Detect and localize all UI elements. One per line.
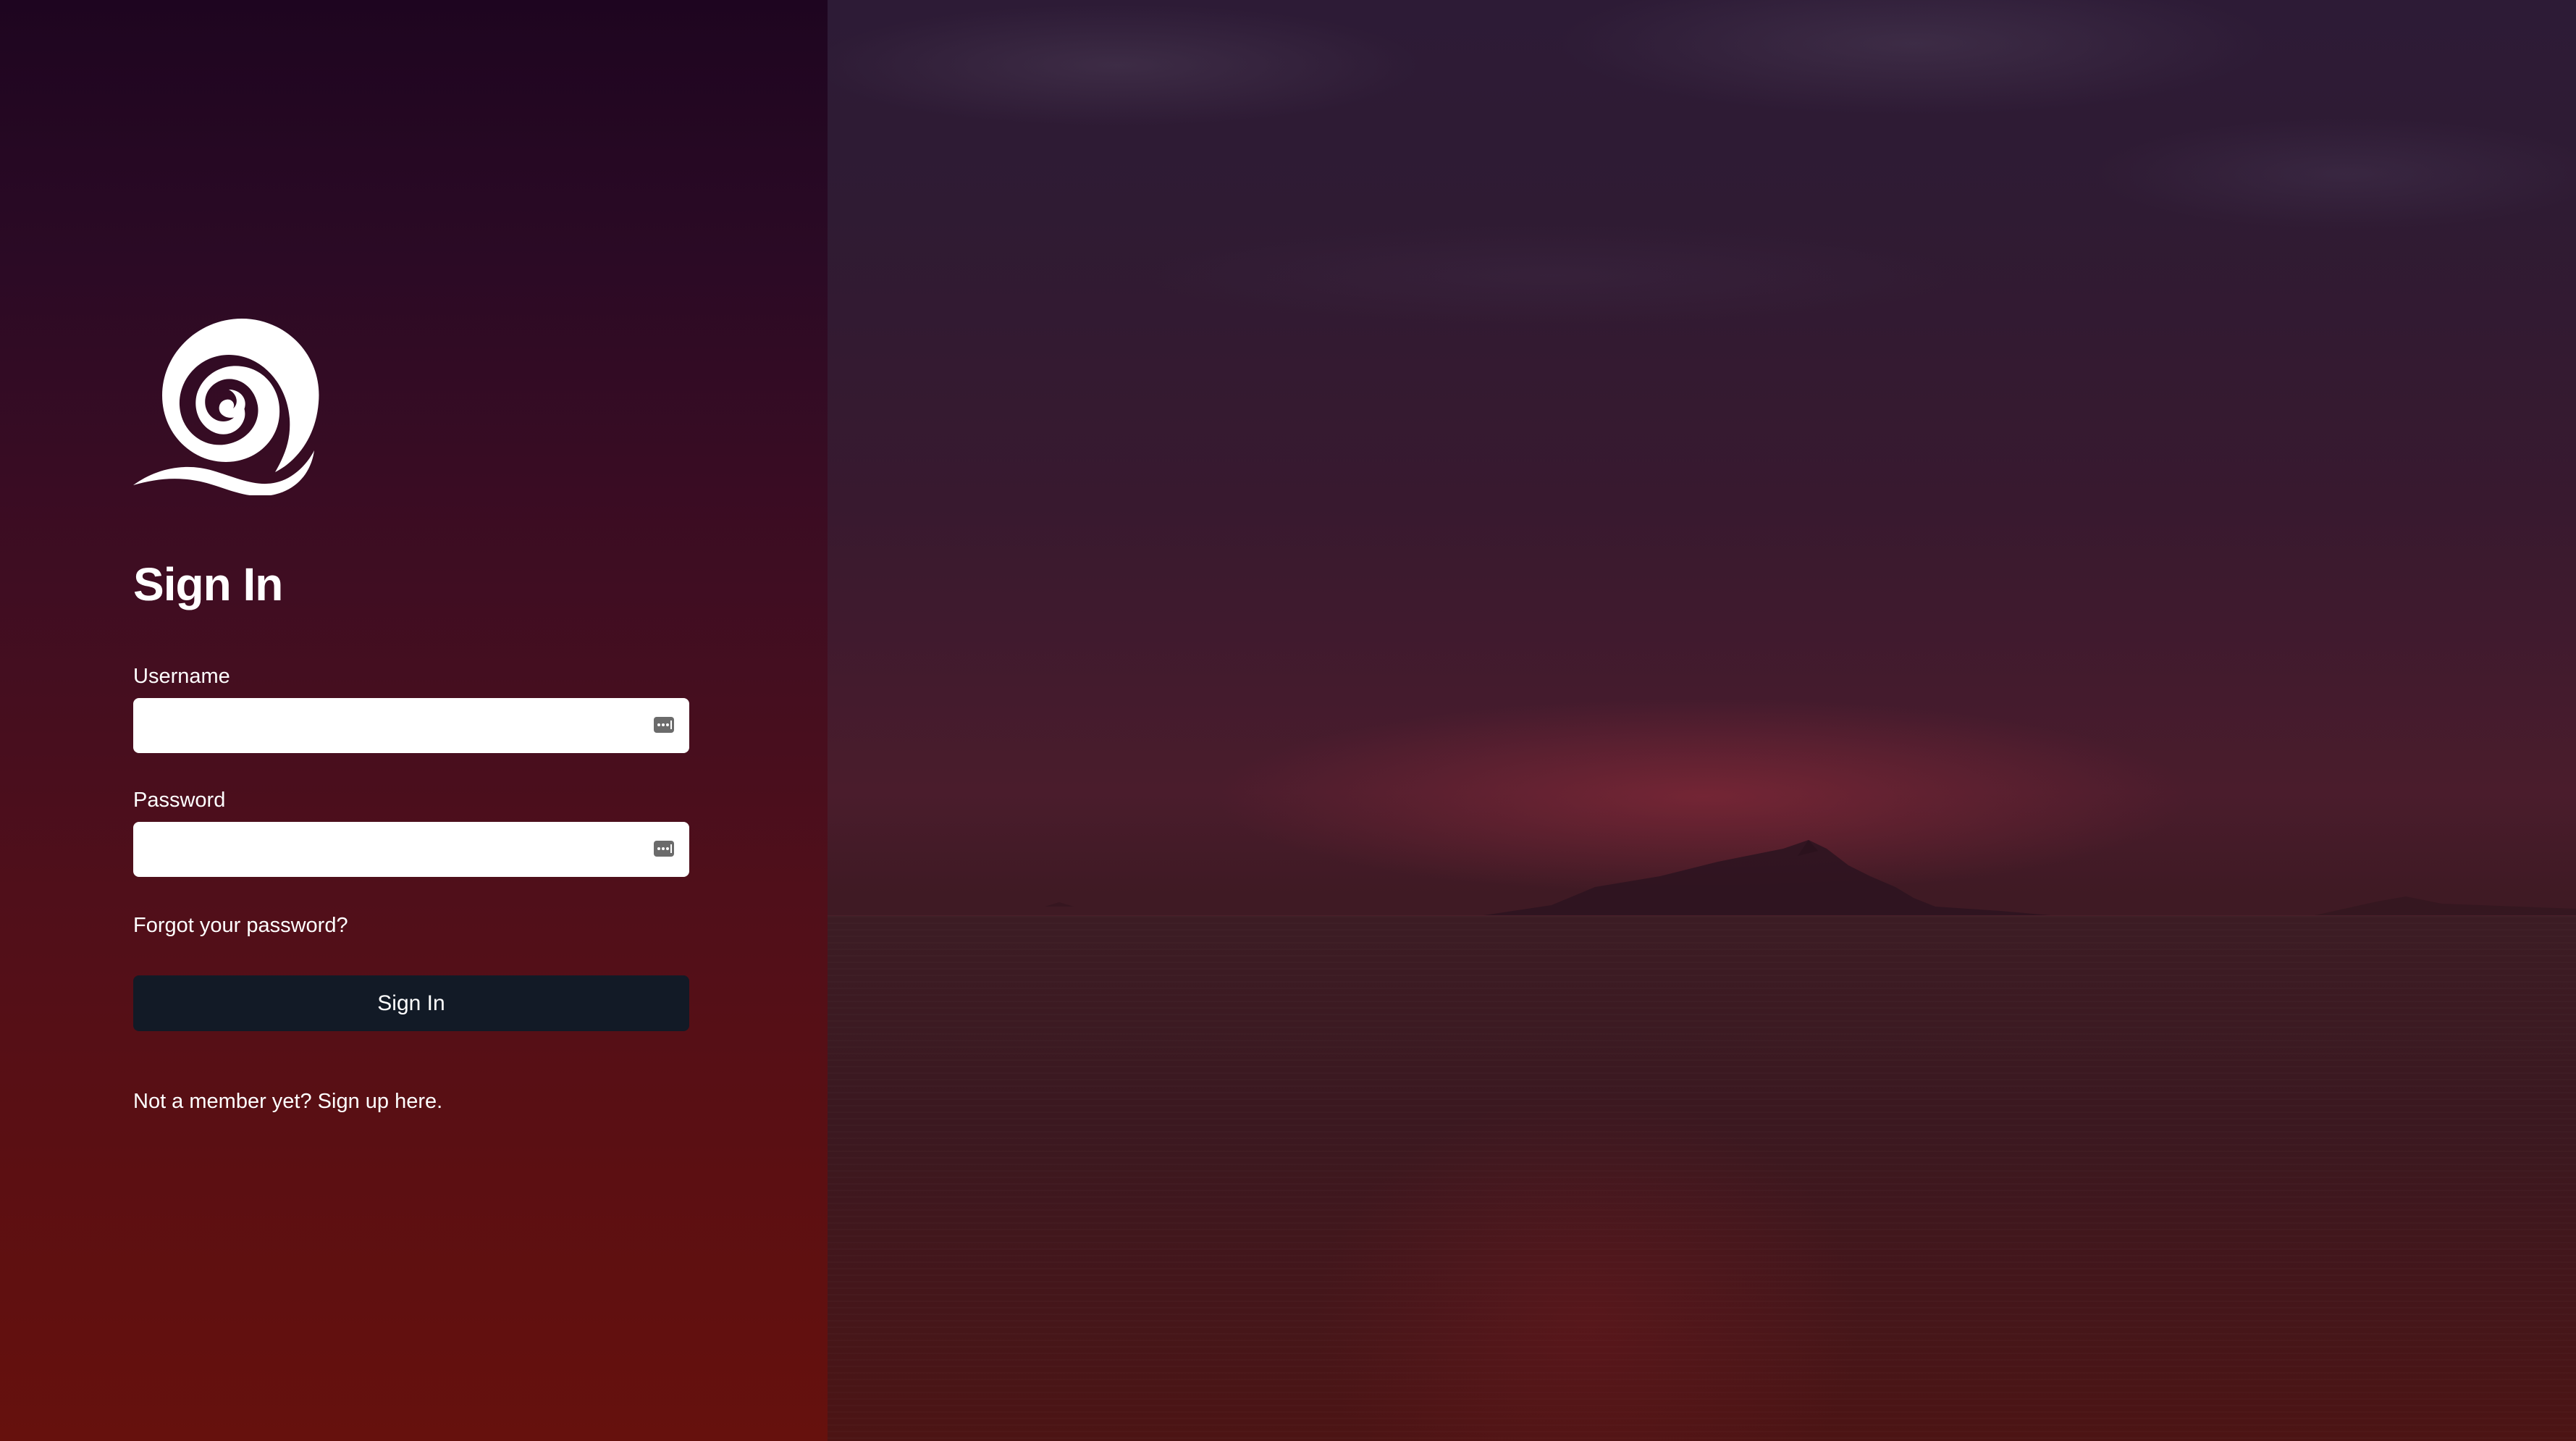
username-field-wrapper [133, 698, 689, 753]
sign-up-link[interactable]: Not a member yet? Sign up here. [133, 1090, 442, 1114]
password-label: Password [133, 789, 226, 812]
username-label: Username [133, 665, 230, 688]
background-image [828, 0, 2576, 1441]
password-manager-icon[interactable] [653, 838, 675, 860]
sign-in-button[interactable]: Sign In [133, 975, 689, 1031]
forgot-password-link[interactable]: Forgot your password? [133, 914, 348, 938]
sea-reflection [828, 916, 2576, 1441]
password-manager-icon[interactable] [653, 714, 675, 736]
password-input[interactable] [133, 822, 689, 877]
login-page: Sign In Username Password Forgot your pa… [0, 0, 2576, 1441]
username-input[interactable] [133, 698, 689, 753]
spiral-wave-logo [133, 319, 319, 495]
page-title: Sign In [133, 558, 283, 610]
sign-in-panel: Sign In Username Password Forgot your pa… [0, 0, 828, 1441]
password-field-wrapper [133, 822, 689, 877]
